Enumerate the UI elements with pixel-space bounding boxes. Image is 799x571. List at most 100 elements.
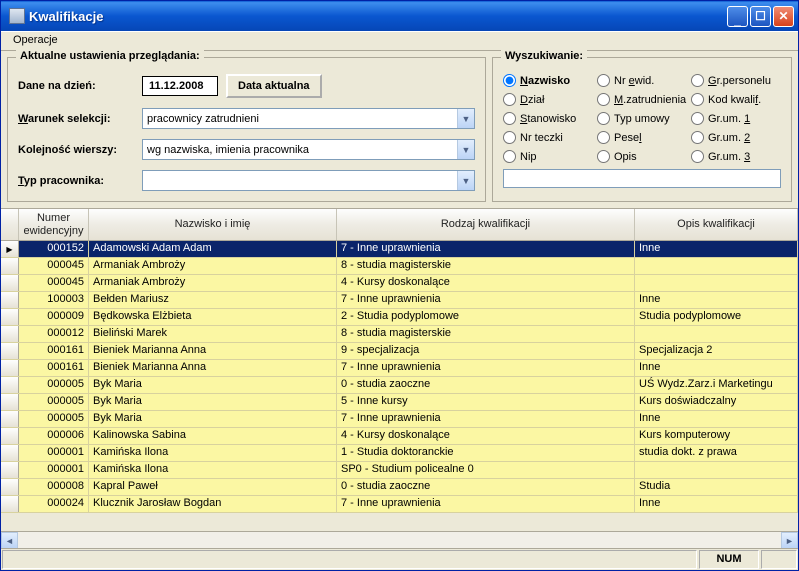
table-row[interactable]: 000005Byk Maria5 - Inne kursyKurs doświa… [1,394,798,411]
row-marker [1,479,19,495]
row-marker [1,496,19,512]
cell-kind: SP0 - Studium policealne 0 [337,462,635,478]
search-radio-nip[interactable]: Nip [503,150,593,163]
search-radio-typ-umowy[interactable]: Typ umowy [597,112,687,125]
type-label: Typ pracownika: [18,175,142,187]
cell-kind: 0 - studia zaoczne [337,479,635,495]
table-row[interactable]: 000045Armaniak Ambroży8 - studia magiste… [1,258,798,275]
cell-kind: 4 - Kursy doskonalące [337,428,635,444]
table-row[interactable]: 000045Armaniak Ambroży4 - Kursy doskonal… [1,275,798,292]
cell-kind: 9 - specjalizacja [337,343,635,359]
search-radio-nazwisko[interactable]: Nazwisko [503,74,593,87]
selection-combo[interactable]: pracownicy zatrudnieni ▼ [142,108,475,129]
chevron-down-icon: ▼ [457,109,474,128]
cell-name: Byk Maria [89,377,337,393]
selection-label: Warunek selekcji: [18,113,142,125]
chevron-down-icon: ▼ [457,140,474,159]
cell-number: 000005 [19,377,89,393]
search-radio-dzia-[interactable]: Dział [503,93,593,106]
search-radio-opis[interactable]: Opis [597,150,687,163]
table-row[interactable]: 000152Adamowski Adam Adam7 - Inne uprawn… [1,241,798,258]
cell-number: 100003 [19,292,89,308]
row-marker [1,292,19,308]
col-header-number[interactable]: Numerewidencyjny [19,209,89,240]
search-radio-nr-ewid-[interactable]: Nr ewid. [597,74,687,87]
cell-number: 000008 [19,479,89,495]
cell-kind: 8 - studia magisterskie [337,258,635,274]
col-header-desc[interactable]: Opis kwalifikacji [635,209,798,240]
status-pane-3 [761,550,797,569]
table-row[interactable]: 000001Kamińska IlonaSP0 - Studium police… [1,462,798,479]
search-radio-gr-um-1[interactable]: Gr.um. 1 [691,112,781,125]
table-row[interactable]: 000008Kapral Paweł0 - studia zaoczneStud… [1,479,798,496]
search-radio-gr-personelu[interactable]: Gr.personelu [691,74,781,87]
cell-kind: 4 - Kursy doskonalące [337,275,635,291]
cell-number: 000001 [19,462,89,478]
cell-name: Klucznik Jarosław Bogdan [89,496,337,512]
close-button[interactable]: ✕ [773,6,794,27]
scroll-right-icon[interactable]: ► [781,532,798,548]
col-header-name[interactable]: Nazwisko i imię [89,209,337,240]
row-marker [1,462,19,478]
cell-name: Bieniek Marianna Anna [89,360,337,376]
grid-header: Numerewidencyjny Nazwisko i imię Rodzaj … [1,209,798,241]
row-marker [1,377,19,393]
cell-kind: 0 - studia zaoczne [337,377,635,393]
table-row[interactable]: 000161Bieniek Marianna Anna9 - specjaliz… [1,343,798,360]
cell-desc: Specjalizacja 2 [635,343,798,359]
cell-desc: Inne [635,360,798,376]
cell-number: 000045 [19,275,89,291]
cell-desc [635,275,798,291]
search-radio-kod-kwalif-[interactable]: Kod kwalif. [691,93,781,106]
cell-desc [635,258,798,274]
search-radio-gr-um-2[interactable]: Gr.um. 2 [691,131,781,144]
maximize-button[interactable]: ☐ [750,6,771,27]
order-combo[interactable]: wg nazwiska, imienia pracownika ▼ [142,139,475,160]
table-row[interactable]: 000005Byk Maria7 - Inne uprawnieniaInne [1,411,798,428]
row-marker [1,428,19,444]
cell-number: 000005 [19,394,89,410]
cell-desc [635,326,798,342]
row-marker [1,394,19,410]
search-radio-stanowisko[interactable]: Stanowisko [503,112,593,125]
row-marker [1,258,19,274]
data-grid: Numerewidencyjny Nazwisko i imię Rodzaj … [1,209,798,548]
table-row[interactable]: 000006Kalinowska Sabina4 - Kursy doskona… [1,428,798,445]
status-num: NUM [699,550,759,569]
row-marker [1,309,19,325]
table-row[interactable]: 000024Klucznik Jarosław Bogdan7 - Inne u… [1,496,798,513]
search-radio-m-zatrudnienia[interactable]: M.zatrudnienia [597,93,687,106]
cell-name: Armaniak Ambroży [89,258,337,274]
search-radio-nr-teczki[interactable]: Nr teczki [503,131,593,144]
table-row[interactable]: 000161Bieniek Marianna Anna7 - Inne upra… [1,360,798,377]
table-row[interactable]: 000005Byk Maria0 - studia zaoczneUŚ Wydz… [1,377,798,394]
col-header-kind[interactable]: Rodzaj kwalifikacji [337,209,635,240]
date-input[interactable]: 11.12.2008 [142,76,218,96]
menu-operations[interactable]: Operacje [7,32,64,48]
cell-name: Byk Maria [89,394,337,410]
search-input[interactable] [503,169,781,188]
cell-kind: 1 - Studia doktoranckie [337,445,635,461]
row-marker-header [1,209,19,240]
type-combo[interactable]: ▼ [142,170,475,191]
table-row[interactable]: 000009Będkowska Elżbieta2 - Studia podyp… [1,309,798,326]
cell-name: Kapral Paweł [89,479,337,495]
horizontal-scrollbar[interactable]: ◄ ► [1,531,798,548]
current-date-button[interactable]: Data aktualna [226,74,322,98]
search-radio-gr-um-3[interactable]: Gr.um. 3 [691,150,781,163]
statusbar: NUM [1,548,798,570]
minimize-button[interactable]: _ [727,6,748,27]
cell-desc: Inne [635,496,798,512]
table-row[interactable]: 000012Bieliński Marek8 - studia magister… [1,326,798,343]
row-marker [1,411,19,427]
cell-name: Bełden Mariusz [89,292,337,308]
search-radio-pesel[interactable]: Pesel [597,131,687,144]
cell-name: Kalinowska Sabina [89,428,337,444]
table-row[interactable]: 100003Bełden Mariusz7 - Inne uprawnienia… [1,292,798,309]
scroll-left-icon[interactable]: ◄ [1,532,18,548]
cell-name: Adamowski Adam Adam [89,241,337,257]
cell-desc: studia dokt. z prawa [635,445,798,461]
cell-number: 000161 [19,360,89,376]
table-row[interactable]: 000001Kamińska Ilona1 - Studia doktoranc… [1,445,798,462]
cell-name: Będkowska Elżbieta [89,309,337,325]
